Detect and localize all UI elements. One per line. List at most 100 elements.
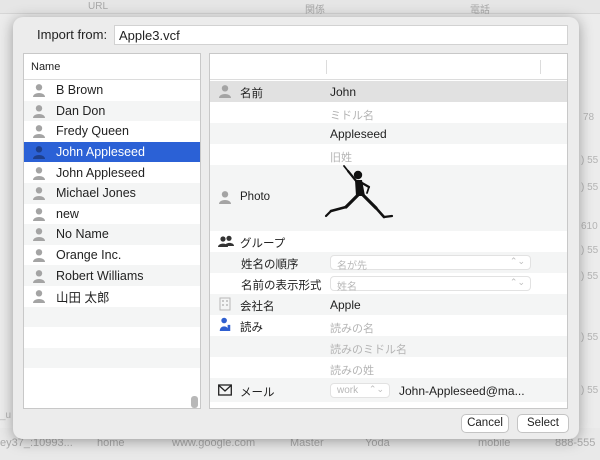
middle-name-placeholder[interactable]: ミドル名 (330, 107, 374, 123)
group-row[interactable]: グループ (210, 231, 567, 252)
bg-fragment: ) 55 (581, 182, 599, 193)
person-icon (219, 191, 231, 204)
display-format-popup[interactable]: 姓名 ⌃⌄ (330, 276, 531, 293)
company-value[interactable]: Apple (330, 298, 361, 312)
contact-row[interactable]: Fredy Queen (24, 121, 200, 142)
middle-name-row: ミドル名 (210, 102, 567, 123)
mail-type-value: work (337, 385, 359, 396)
person-icon (33, 84, 45, 98)
background-table-header: URL 関係 電話 (0, 0, 600, 16)
contact-row[interactable]: John Appleseed (24, 162, 200, 183)
contact-name: Robert Williams (56, 268, 144, 283)
building-icon (219, 297, 231, 311)
last-name-row: Appleseed (210, 123, 567, 144)
empty-list-row (24, 306, 200, 328)
reading-first-placeholder[interactable]: 読みの名 (330, 320, 374, 336)
bg-fragment: ) 55 (581, 245, 599, 256)
first-name-value[interactable]: John (330, 85, 356, 99)
bg-header-relation: 関係 (305, 5, 325, 16)
person-icon (33, 290, 45, 304)
group-label: グループ (240, 238, 286, 250)
column-separator (540, 60, 541, 74)
bg-header-phone: 電話 (470, 5, 490, 16)
bg-fragment: _u (0, 410, 12, 421)
mail-row[interactable]: メール work ⌃⌄ John-Appleseed@ma... (210, 378, 567, 402)
person-icon (33, 187, 45, 201)
bg-fragment: ) 55 (581, 332, 599, 343)
contact-row[interactable]: Michael Jones (24, 182, 200, 204)
contact-list[interactable]: Name B Brown Dan Don Fredy Queen John Apple… (23, 53, 201, 409)
person-icon (33, 104, 45, 118)
group-icon (218, 235, 234, 247)
company-row[interactable]: 会社名 Apple (210, 294, 567, 315)
contact-row[interactable]: Dan Don (24, 100, 200, 122)
mail-label: メール (240, 387, 275, 399)
person-icon (33, 228, 45, 242)
display-format-value: 姓名 (337, 282, 357, 293)
person-icon (33, 166, 45, 180)
last-name-value[interactable]: Appleseed (330, 127, 387, 141)
contact-row[interactable]: No Name (24, 224, 200, 245)
contact-row[interactable]: Robert Williams (24, 265, 200, 286)
contact-name: No Name (56, 227, 109, 242)
chevron-updown-icon: ⌃⌄ (368, 384, 384, 394)
person-icon (33, 146, 45, 160)
reading-last-placeholder[interactable]: 読みの姓 (330, 362, 374, 378)
contact-detail: 名前 John ミドル名 Appleseed 旧姓 Photo グループ 姓名の… (209, 53, 568, 409)
select-button[interactable]: Select (517, 414, 569, 433)
jumping-person-photo[interactable] (322, 165, 396, 227)
person-icon (33, 125, 45, 139)
import-file-field[interactable]: Apple3.vcf (114, 25, 568, 45)
empty-list-row (24, 347, 200, 369)
photo-label: Photo (240, 191, 271, 203)
import-from-label: Import from: (37, 27, 108, 42)
name-order-row: 姓名の順序 名が先 ⌃⌄ (210, 252, 567, 273)
empty-list-row (24, 368, 200, 389)
person-icon (219, 85, 231, 98)
name-order-popup[interactable]: 名が先 ⌃⌄ (330, 255, 531, 272)
scrollbar-thumb[interactable] (191, 396, 198, 408)
contact-name: Michael Jones (56, 186, 136, 201)
cancel-button[interactable]: Cancel (461, 414, 509, 433)
former-name-placeholder[interactable]: 旧姓 (330, 149, 352, 165)
empty-list-row (24, 327, 200, 348)
person-icon (33, 207, 45, 221)
name-order-value: 名が先 (337, 261, 367, 272)
bg-fragment: ) 55 (581, 155, 599, 166)
contact-row[interactable]: B Brown (24, 80, 200, 101)
contact-row[interactable]: John Appleseed (24, 141, 200, 163)
display-format-label: 名前の表示形式 (241, 280, 322, 292)
reading-last-row: 読みの姓 (210, 357, 567, 378)
bg-fragment: ) 55 (581, 271, 599, 282)
bg-header-url: URL (88, 1, 109, 12)
photo-row: Photo (210, 165, 567, 231)
contact-name: John Appleseed (56, 165, 145, 180)
contact-name: new (56, 206, 79, 221)
bg-fragment: ) 55 (581, 385, 599, 396)
envelope-icon (218, 384, 232, 396)
person-icon (33, 249, 45, 263)
list-header-name[interactable]: Name (24, 54, 200, 80)
contact-name: 山田 太郎 (56, 290, 110, 305)
name-label: 名前 (240, 88, 263, 100)
reading-row: 読み 読みの名 (210, 315, 567, 336)
name-order-label: 姓名の順序 (241, 259, 299, 271)
contact-name: Orange Inc. (56, 248, 122, 263)
bg-fragment: 78 (583, 112, 595, 123)
contact-name: Fredy Queen (56, 124, 129, 139)
contact-name: B Brown (56, 83, 104, 98)
detail-header (210, 54, 567, 80)
mail-value[interactable]: John-Appleseed@ma... (399, 384, 525, 398)
reading-middle-row: 読みのミドル名 (210, 336, 567, 357)
display-format-row: 名前の表示形式 姓名 ⌃⌄ (210, 273, 567, 294)
reading-person-icon (219, 317, 231, 331)
contact-row[interactable]: Orange Inc. (24, 245, 200, 266)
person-icon (33, 269, 45, 283)
mail-type-popup[interactable]: work ⌃⌄ (330, 383, 390, 398)
contact-row[interactable]: 山田 太郎 (24, 286, 200, 307)
reading-label: 読み (240, 322, 263, 334)
name-row[interactable]: 名前 John (210, 81, 567, 102)
contact-row[interactable]: new (24, 204, 200, 225)
contact-name: John Appleseed (56, 145, 145, 160)
reading-middle-placeholder[interactable]: 読みのミドル名 (330, 341, 407, 357)
